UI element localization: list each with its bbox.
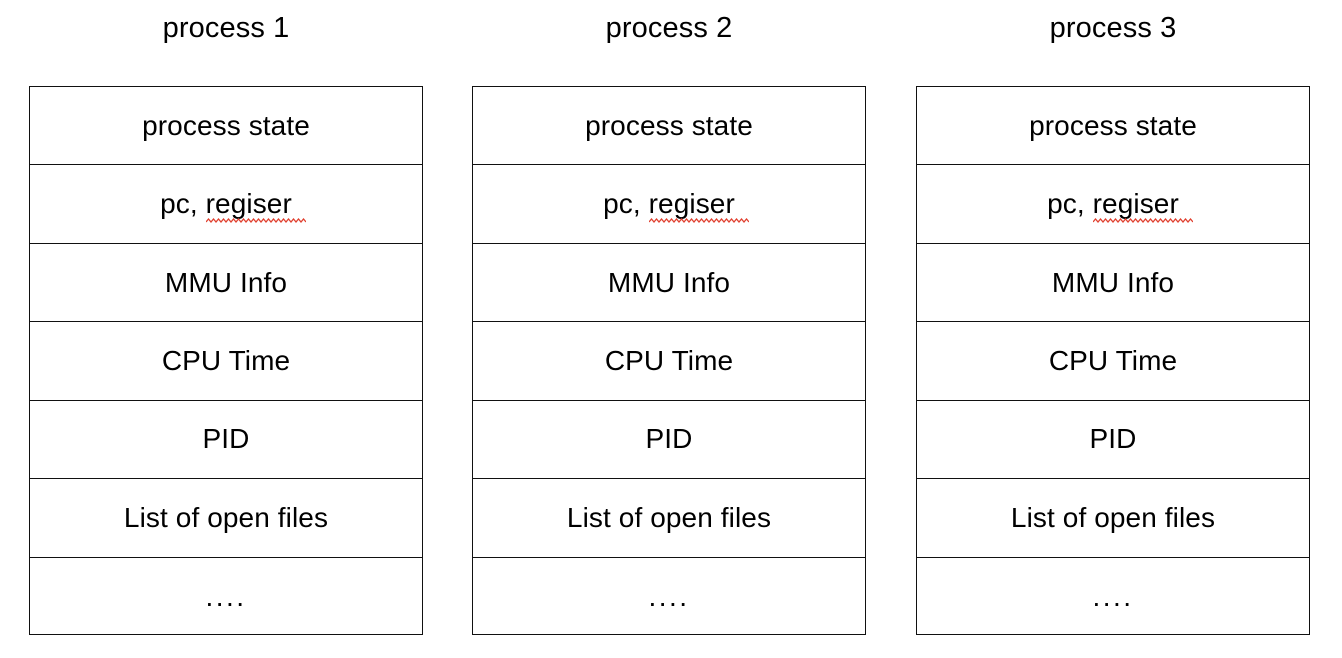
process-column-title-1: process 1 bbox=[162, 12, 290, 44]
process-column-3: process 3 process state pc, regiser MMU … bbox=[916, 0, 1310, 635]
pcb-cell-label: PID bbox=[645, 423, 693, 455]
pcb-cell-label-prefix: pc, bbox=[160, 188, 206, 220]
process-column-title-2: process 2 bbox=[605, 12, 733, 44]
pcb-row-pc-register: pc, regiser bbox=[30, 165, 422, 244]
pcb-cell-label: CPU Time bbox=[604, 344, 734, 376]
misspelled-word-text: regiser bbox=[648, 188, 735, 220]
pcb-diagram: process 1 process state pc, regiser MMU … bbox=[0, 0, 1342, 658]
process-column-title-3: process 3 bbox=[1049, 12, 1177, 44]
pcb-cell-label: List of open files bbox=[1010, 501, 1216, 533]
pcb-row-ellipsis: .... bbox=[473, 558, 865, 636]
pcb-cell-label: MMU Info bbox=[164, 266, 288, 298]
pcb-cell-label: PID bbox=[1089, 423, 1137, 455]
pcb-row-ellipsis: .... bbox=[30, 558, 422, 636]
misspelled-word: regiser bbox=[1092, 188, 1193, 224]
pcb-row-mmu-info: MMU Info bbox=[30, 244, 422, 323]
pcb-cell-label: .... bbox=[648, 580, 690, 612]
pcb-row-open-files: List of open files bbox=[30, 479, 422, 558]
misspelled-word: regiser bbox=[648, 188, 749, 224]
spellcheck-squiggle-icon bbox=[205, 218, 306, 224]
pcb-row-pid: PID bbox=[917, 401, 1309, 480]
pcb-cell-label: process state bbox=[142, 109, 310, 141]
pcb-row-mmu-info: MMU Info bbox=[917, 244, 1309, 323]
pcb-cell-label: List of open files bbox=[566, 501, 772, 533]
pcb-cell-label: List of open files bbox=[123, 501, 329, 533]
pcb-cell-label: .... bbox=[205, 580, 247, 612]
pcb-cell-label: CPU Time bbox=[1048, 344, 1178, 376]
pcb-row-open-files: List of open files bbox=[917, 479, 1309, 558]
pcb-row-cpu-time: CPU Time bbox=[30, 322, 422, 401]
pcb-cell-label: PID bbox=[202, 423, 250, 455]
pcb-cell-label: MMU Info bbox=[607, 266, 731, 298]
pcb-cell-label: pc, regiser bbox=[160, 188, 306, 224]
pcb-row-cpu-time: CPU Time bbox=[917, 322, 1309, 401]
pcb-cell-label-prefix: pc, bbox=[603, 188, 649, 220]
pcb-row-process-state: process state bbox=[917, 87, 1309, 166]
pcb-cell-label: pc, regiser bbox=[1047, 188, 1193, 224]
pcb-cell-label: .... bbox=[1092, 580, 1134, 612]
pcb-row-process-state: process state bbox=[473, 87, 865, 166]
misspelled-word-text: regiser bbox=[1092, 188, 1179, 220]
pcb-row-cpu-time: CPU Time bbox=[473, 322, 865, 401]
pcb-cell-label: CPU Time bbox=[161, 344, 291, 376]
pcb-row-pid: PID bbox=[473, 401, 865, 480]
pcb-cell-label: process state bbox=[1029, 109, 1197, 141]
pcb-cell-label-prefix: pc, bbox=[1047, 188, 1093, 220]
pcb-cell-label: process state bbox=[585, 109, 753, 141]
misspelled-word-text: regiser bbox=[205, 188, 292, 220]
pcb-row-open-files: List of open files bbox=[473, 479, 865, 558]
pcb-row-pid: PID bbox=[30, 401, 422, 480]
pcb-row-ellipsis: .... bbox=[917, 558, 1309, 636]
pcb-table-2: process state pc, regiser MMU Info CPU T… bbox=[472, 86, 866, 635]
pcb-cell-label: pc, regiser bbox=[603, 188, 749, 224]
pcb-row-pc-register: pc, regiser bbox=[473, 165, 865, 244]
process-column-2: process 2 process state pc, regiser MMU … bbox=[472, 0, 866, 635]
pcb-table-1: process state pc, regiser MMU Info CPU T… bbox=[29, 86, 423, 635]
pcb-row-process-state: process state bbox=[30, 87, 422, 166]
pcb-row-pc-register: pc, regiser bbox=[917, 165, 1309, 244]
misspelled-word: regiser bbox=[205, 188, 306, 224]
spellcheck-squiggle-icon bbox=[648, 218, 749, 224]
spellcheck-squiggle-icon bbox=[1092, 218, 1193, 224]
pcb-cell-label: MMU Info bbox=[1051, 266, 1175, 298]
pcb-row-mmu-info: MMU Info bbox=[473, 244, 865, 323]
process-column-1: process 1 process state pc, regiser MMU … bbox=[29, 0, 423, 635]
pcb-table-3: process state pc, regiser MMU Info CPU T… bbox=[916, 86, 1310, 635]
